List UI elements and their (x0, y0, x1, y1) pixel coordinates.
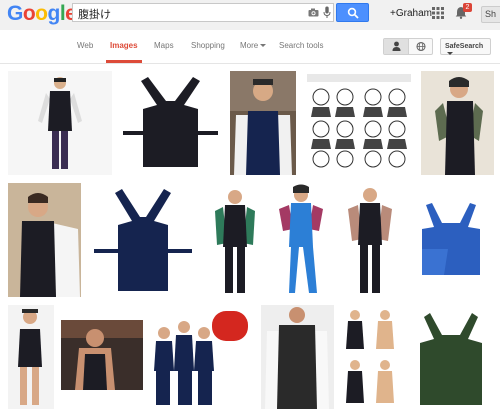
thumbnail-image (230, 71, 296, 175)
share-button[interactable]: Sh (481, 6, 500, 23)
view-toggle (383, 38, 433, 55)
safesearch-button[interactable]: SafeSearch (440, 38, 491, 55)
logo-letter: G (7, 2, 23, 25)
thumbnail-image (8, 71, 112, 175)
globe-icon (416, 41, 426, 52)
image-result-blue-apron-flat[interactable] (408, 183, 494, 297)
thumbnail-image (88, 183, 198, 297)
image-result-group-festival-photo[interactable] (150, 305, 254, 409)
logo-letter: o (22, 2, 36, 25)
tab-images[interactable]: Images (110, 41, 138, 50)
notification-count-badge[interactable]: 2 (463, 3, 472, 12)
image-result-shirtless-man-festival[interactable] (61, 320, 143, 390)
logo-letter: o (35, 2, 48, 25)
image-result-woman-blue-outfit[interactable] (271, 183, 333, 297)
active-tab-indicator (106, 60, 142, 63)
tab-web[interactable]: Web (77, 41, 93, 50)
chevron-down-icon (260, 44, 267, 48)
google-logo[interactable]: Google (7, 2, 77, 26)
thumbnail-image (303, 71, 415, 175)
image-result-man-in-dark-apron[interactable] (8, 71, 112, 175)
microphone-icon[interactable] (323, 6, 331, 19)
person-view-button[interactable] (384, 39, 409, 54)
thumbnail-image (340, 183, 401, 297)
thumbnail-image (61, 320, 143, 390)
image-result-black-haragake-flat[interactable] (118, 71, 223, 175)
image-result-boy-in-apron[interactable] (8, 305, 54, 409)
image-result-green-apron-flat[interactable] (408, 305, 494, 409)
search-button[interactable] (336, 3, 369, 22)
image-result-women-apron-grid[interactable] (340, 305, 401, 409)
thumbnail-image (421, 71, 494, 175)
image-result-man-floral-sleeves[interactable] (205, 183, 265, 297)
image-result-illustrated-instructions[interactable] (303, 71, 415, 175)
image-result-man-dark-outfit[interactable] (340, 183, 401, 297)
image-result-navy-haragake-flat[interactable] (88, 183, 198, 297)
thumbnail-image (271, 183, 333, 297)
search-query: 腹掛け (78, 8, 111, 21)
thumbnail-image (118, 71, 223, 175)
user-name-link[interactable]: +Graham (390, 8, 432, 19)
safesearch-label: SafeSearch (445, 43, 484, 50)
top-bar: Google 腹掛け +Graham 2 Sh (0, 0, 500, 30)
thumbnail-image (150, 305, 254, 409)
thumbnail-image (205, 183, 265, 297)
thumbnail-image (261, 305, 334, 409)
thumbnail-image (408, 183, 494, 297)
logo-letter: g (47, 2, 61, 25)
tab-more-label: More (240, 41, 259, 50)
image-result-woman-tying-apron[interactable] (8, 183, 81, 297)
image-result-man-wearing-haragake[interactable] (230, 71, 296, 175)
image-result-woman-in-apron-tattoo-sleeves[interactable] (421, 71, 494, 175)
thumbnail-image (8, 305, 54, 409)
thumbnail-image (340, 305, 401, 409)
image-result-man-mesh-apron[interactable] (261, 305, 334, 409)
thumbnail-image (8, 183, 81, 297)
tab-shopping[interactable]: Shopping (191, 41, 225, 50)
person-icon (392, 41, 401, 51)
chevron-down-icon (447, 51, 453, 55)
tab-more[interactable]: More (240, 41, 267, 50)
apps-grid-icon[interactable] (432, 7, 444, 19)
thumbnail-image (408, 305, 494, 409)
magnifier-icon (347, 7, 359, 19)
tab-search-tools[interactable]: Search tools (279, 41, 323, 50)
search-nav-bar: Web Images Maps Shopping More Search too… (0, 30, 500, 64)
globe-view-button[interactable] (409, 39, 433, 54)
search-input[interactable]: 腹掛け (72, 3, 334, 22)
tab-maps[interactable]: Maps (154, 41, 174, 50)
camera-icon[interactable] (308, 8, 319, 17)
